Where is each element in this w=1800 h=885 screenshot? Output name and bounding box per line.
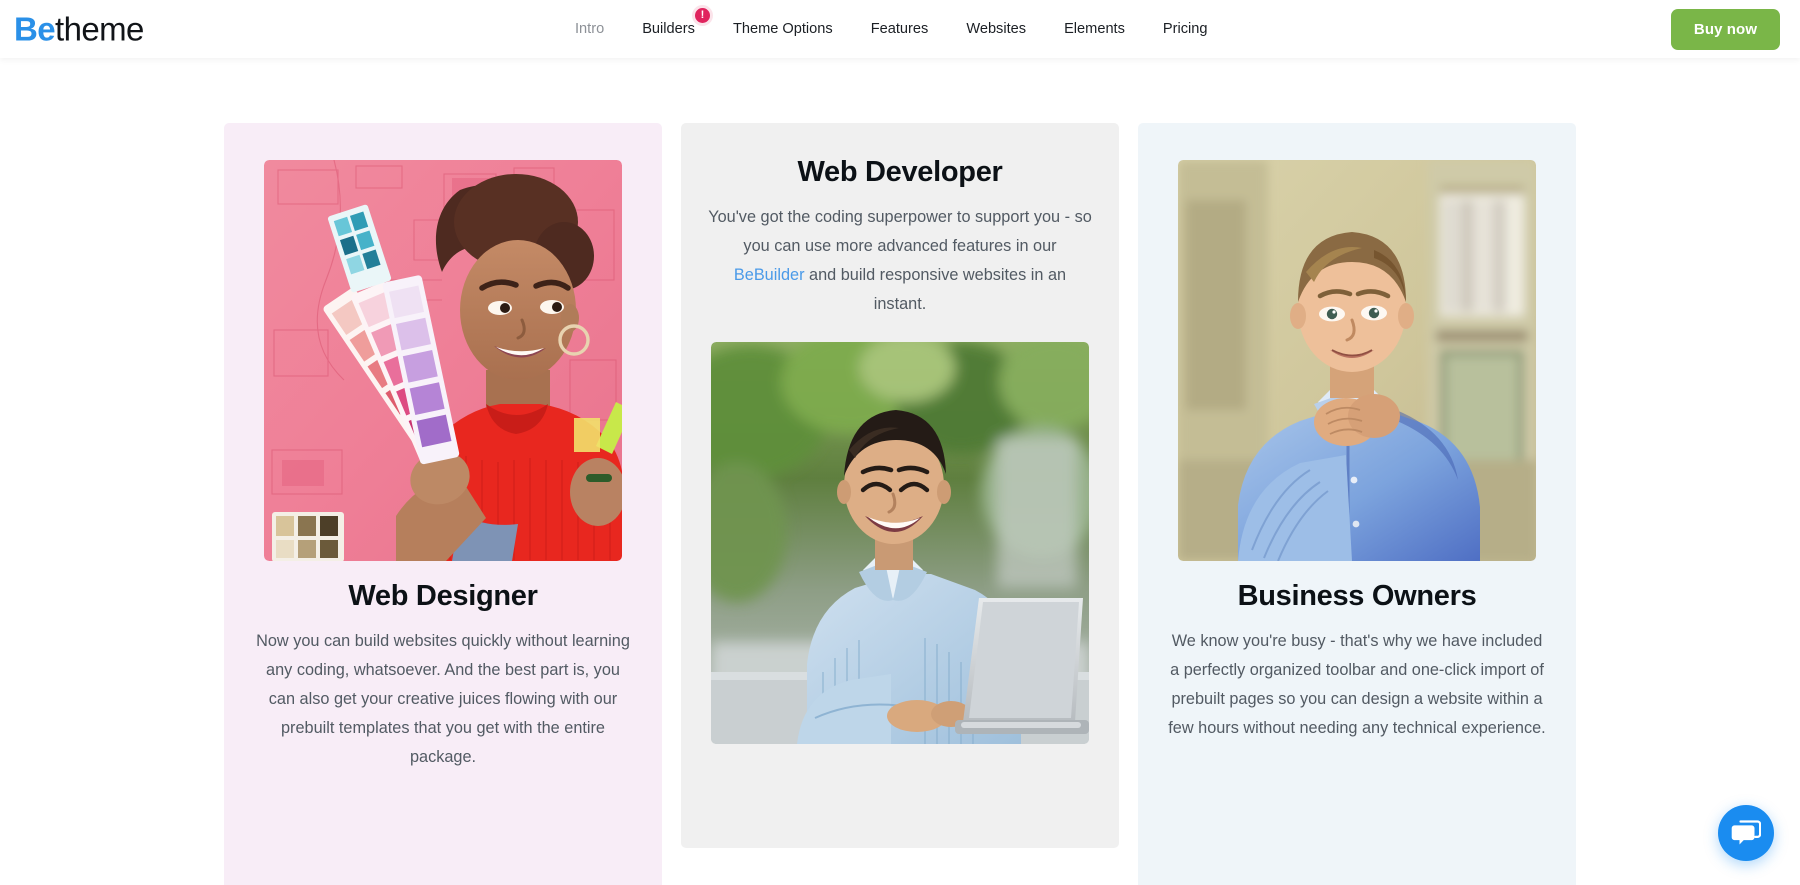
buy-now-button[interactable]: Buy now: [1671, 9, 1780, 50]
logo-bold-text: Be: [14, 10, 56, 48]
main-content: Web Designer Now you can build websites …: [0, 58, 1800, 885]
nav-item-label: Features: [870, 21, 929, 37]
nav-item-label: Intro: [575, 21, 605, 37]
card-title: Web Developer: [797, 156, 1003, 188]
card-title: Web Designer: [348, 580, 538, 612]
card-body-text: We know you're busy - that's why we have…: [1168, 632, 1546, 737]
nav-item-label: Pricing: [1162, 21, 1208, 37]
nav-item-label: Builders: [642, 21, 695, 37]
nav-item-label: Elements: [1064, 21, 1125, 37]
nav-item-websites[interactable]: Websites: [947, 0, 1045, 58]
bebuilder-link[interactable]: BeBuilder: [734, 266, 805, 284]
chat-widget-button[interactable]: [1718, 805, 1774, 861]
business-owners-photo: [1178, 160, 1536, 561]
card-body: We know you're busy - that's why we have…: [1163, 627, 1551, 743]
nav-item-label: Theme Options: [732, 21, 833, 37]
card-web-designer: Web Designer Now you can build websites …: [224, 123, 662, 885]
main-navigation: Intro Builders ! Theme Options Features …: [556, 0, 1227, 58]
card-business-owners: Business Owners We know you're busy - th…: [1138, 123, 1576, 885]
card-body-text: Now you can build websites quickly witho…: [256, 632, 630, 766]
logo-light-text: theme: [55, 10, 144, 48]
alert-badge-icon: !: [694, 8, 710, 23]
card-body: Now you can build websites quickly witho…: [249, 627, 637, 772]
nav-item-elements[interactable]: Elements: [1045, 0, 1144, 58]
card-title: Business Owners: [1237, 580, 1477, 612]
web-developer-photo: [711, 342, 1089, 744]
card-web-developer: Web Developer You've got the coding supe…: [681, 123, 1119, 848]
web-designer-photo: [264, 160, 622, 561]
nav-item-builders[interactable]: Builders !: [623, 0, 714, 58]
site-logo[interactable]: Betheme: [14, 13, 144, 46]
nav-item-label: Websites: [966, 21, 1027, 37]
nav-item-theme-options[interactable]: Theme Options: [714, 0, 852, 58]
nav-item-features[interactable]: Features: [852, 0, 948, 58]
chat-bubble-icon: [1731, 820, 1761, 845]
site-header: Betheme Intro Builders ! Theme Options F…: [0, 0, 1800, 58]
nav-item-pricing[interactable]: Pricing: [1144, 0, 1227, 58]
card-body: You've got the coding superpower to supp…: [706, 203, 1094, 319]
nav-item-intro[interactable]: Intro: [556, 0, 623, 58]
card-body-text-after: and build responsive websites in an inst…: [804, 266, 1067, 313]
card-body-text-before: You've got the coding superpower to supp…: [708, 208, 1092, 255]
audience-cards: Web Designer Now you can build websites …: [0, 123, 1800, 885]
